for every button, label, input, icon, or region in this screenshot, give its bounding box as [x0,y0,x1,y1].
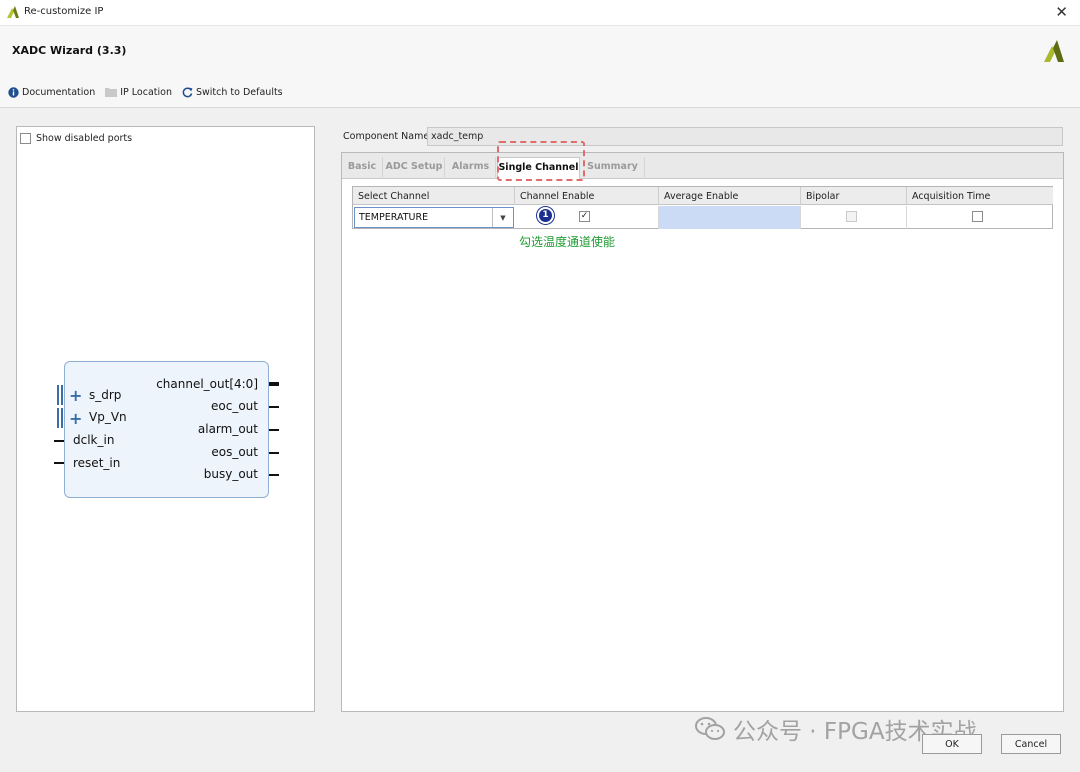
cell-average-enable[interactable] [659,206,801,229]
ip-location-button[interactable]: IP Location [105,87,172,98]
alarm-out-pin [269,429,279,431]
vp-vn-bus-pin [57,408,63,428]
ok-button[interactable]: OK [922,734,982,754]
folder-icon [105,88,118,97]
show-disabled-ports-label: Show disabled ports [36,133,133,144]
xadc-ip-block[interactable]: + + s_drp Vp_Vn dclk_in reset_in channel… [64,361,269,498]
header-select-channel: Select Channel [353,187,515,205]
tab-alarms[interactable]: Alarms [446,157,496,179]
documentation-button[interactable]: Documentation [8,87,95,98]
acquisition-time-checkbox[interactable] [972,211,983,222]
close-icon[interactable]: ✕ [1055,3,1068,21]
single-channel-table: Select Channel Channel Enable Average En… [352,186,1053,229]
xilinx-brand-icon [1044,40,1064,62]
busy-out-pin [269,474,279,476]
port-busy-out: busy_out [203,467,258,481]
header-average-enable: Average Enable [659,187,801,205]
ip-location-label: IP Location [120,86,172,98]
cell-acquisition-time [907,206,1053,229]
tab-summary[interactable]: Summary [581,157,645,179]
show-disabled-ports-checkbox[interactable] [20,133,31,144]
window-titlebar: Re-customize IP ✕ [0,0,1080,26]
wizard-header: XADC Wizard (3.3) Documentation IP Locat… [0,26,1080,108]
dclk-in-pin [54,440,64,442]
port-eoc-out: eoc_out [211,399,258,413]
tab-bar: Basic ADC Setup Alarms Single Channel Su… [342,153,1063,179]
switch-defaults-label: Switch to Defaults [195,86,283,98]
step-number-badge: 1 [537,207,554,224]
header-acquisition-time: Acquisition Time [907,187,1053,205]
bipolar-checkbox [846,211,857,222]
wechat-icon [695,717,725,740]
s-drp-bus-pin [57,385,63,405]
ip-symbol-panel: Show disabled ports + + s_drp Vp_Vn dclk… [16,126,315,712]
refresh-icon [182,87,193,97]
port-vp-vn: Vp_Vn [89,410,127,424]
eoc-out-pin [269,406,279,408]
tab-adc-setup[interactable]: ADC Setup [384,157,445,179]
vivado-logo-icon [7,6,19,18]
show-disabled-ports-row[interactable]: Show disabled ports [20,133,132,144]
header-channel-enable: Channel Enable [515,187,659,205]
port-s-drp: s_drp [89,388,122,402]
cell-bipolar [801,206,907,229]
port-channel-out: channel_out[4:0] [156,377,258,391]
documentation-label: Documentation [22,86,96,98]
port-dclk-in: dclk_in [73,433,115,447]
channel-out-bus-pin [269,382,279,386]
port-reset-in: reset_in [73,456,121,470]
header-bipolar: Bipolar [801,187,907,205]
port-eos-out: eos_out [211,445,258,459]
highlight-annotation-box [497,141,585,181]
tab-basic[interactable]: Basic [342,157,383,179]
config-tabs-panel: Basic ADC Setup Alarms Single Channel Su… [341,152,1064,712]
cancel-button[interactable]: Cancel [1001,734,1061,754]
window-title: Re-customize IP [24,6,104,17]
expand-vp-vn-icon[interactable]: + [69,411,82,427]
expand-s-drp-icon[interactable]: + [69,388,82,404]
port-alarm-out: alarm_out [197,422,258,436]
annotation-text: 勾选温度通道使能 [519,235,616,249]
component-name-label: Component Name [343,131,430,142]
info-icon [8,86,19,98]
switch-defaults-button[interactable]: Switch to Defaults [182,87,283,98]
eos-out-pin [269,452,279,454]
channel-enable-checkbox[interactable]: ✓ [579,211,590,222]
select-channel-value: TEMPERATURE [359,212,429,223]
reset-in-pin [54,462,64,464]
ip-toolbar: Documentation IP Location Switch to Defa… [8,84,283,100]
select-channel-dropdown[interactable]: TEMPERATURE ▼ [354,207,514,228]
wizard-title: XADC Wizard (3.3) [12,44,127,57]
chevron-down-icon[interactable]: ▼ [492,208,513,227]
